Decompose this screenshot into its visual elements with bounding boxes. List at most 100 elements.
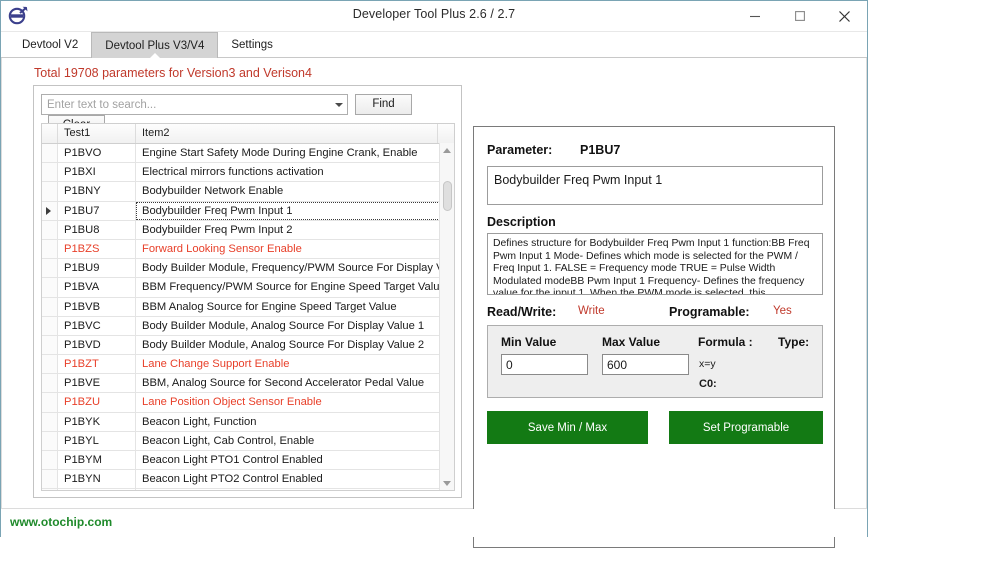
row-selector[interactable] xyxy=(42,335,58,355)
row-selector[interactable] xyxy=(42,374,58,393)
table-row[interactable]: P1BZS Forward Looking Sensor Enable xyxy=(42,239,454,260)
cell-test1[interactable]: P1BYK xyxy=(58,412,136,431)
table-row[interactable]: P1BVC Body Builder Module, Analog Source … xyxy=(42,316,454,336)
description-box[interactable]: Defines structure for Bodybuilder Freq P… xyxy=(487,233,823,295)
table-row[interactable]: P1BYL Beacon Light, Cab Control, Enable xyxy=(42,431,454,451)
cell-item2[interactable]: Lane Change Support Enable xyxy=(136,355,454,373)
minimize-button[interactable] xyxy=(732,1,777,31)
cell-item2[interactable]: Beacon Light PTO3 Control Enabled xyxy=(136,489,454,490)
cell-item2[interactable]: Body Builder Module, Analog Source For D… xyxy=(136,336,454,354)
table-row[interactable]: P1BZT Lane Change Support Enable xyxy=(42,355,454,375)
search-input[interactable] xyxy=(45,95,332,116)
table-row[interactable]: P1BYOBeacon Light PTO3 Control Enabled xyxy=(42,489,454,490)
cell-item2[interactable]: Beacon Light, Function xyxy=(136,413,454,431)
cell-item2[interactable]: Lane Position Object Sensor Enable xyxy=(136,393,454,411)
close-button[interactable] xyxy=(822,1,867,31)
cell-test1[interactable]: P1BNY xyxy=(58,182,136,201)
cell-item2[interactable]: Body Builder Module, Frequency/PWM Sourc… xyxy=(136,259,454,277)
row-selector[interactable] xyxy=(42,297,58,316)
row-selector[interactable] xyxy=(42,239,58,259)
row-selector[interactable] xyxy=(42,470,58,489)
table-row[interactable]: P1BXI Electrical mirrors functions activa… xyxy=(42,163,454,183)
tab-devtool-v2[interactable]: Devtool V2 xyxy=(9,32,91,58)
cell-test1[interactable]: P1BZT xyxy=(58,355,136,374)
row-selector[interactable] xyxy=(42,355,58,374)
table-row[interactable]: P1BU9 Body Builder Module, Frequency/PWM … xyxy=(42,259,454,279)
table-row[interactable]: P1BYN Beacon Light PTO2 Control Enabled xyxy=(42,470,454,490)
cell-item2[interactable]: Bodybuilder Freq Pwm Input 1 xyxy=(136,201,454,220)
chevron-down-icon[interactable] xyxy=(335,103,343,107)
find-button[interactable]: Find xyxy=(355,94,412,115)
website-link[interactable]: www.otochip.com xyxy=(10,515,112,529)
cell-test1[interactable]: P1BVC xyxy=(58,316,136,335)
table-row[interactable]: P1BVD Body Builder Module, Analog Source … xyxy=(42,335,454,356)
table-row[interactable]: P1BVB BBM Analog Source for Engine Speed … xyxy=(42,297,454,317)
row-selector[interactable] xyxy=(42,163,58,182)
grid-scrollbar[interactable] xyxy=(439,143,454,490)
cell-item2[interactable]: Bodybuilder Freq Pwm Input 2 xyxy=(136,221,454,239)
row-selector[interactable] xyxy=(42,451,58,470)
row-selector[interactable] xyxy=(42,412,58,431)
cell-test1[interactable]: P1BZS xyxy=(58,239,136,259)
table-row[interactable]: P1BU7 Bodybuilder Freq Pwm Input 1 xyxy=(42,201,454,221)
table-row[interactable]: P1BVA BBM Frequency/PWM Source for Engine… xyxy=(42,278,454,298)
cell-item2[interactable]: Beacon Light PTO2 Control Enabled xyxy=(136,470,454,488)
row-selector[interactable] xyxy=(42,144,58,163)
row-selector[interactable] xyxy=(42,489,58,490)
table-row[interactable]: P1BZU Lane Position Object Sensor Enable xyxy=(42,393,454,413)
maximize-button[interactable] xyxy=(777,1,822,31)
cell-test1[interactable]: P1BVE xyxy=(58,374,136,393)
row-selector[interactable] xyxy=(42,201,58,220)
cell-test1[interactable]: P1BXI xyxy=(58,163,136,182)
scroll-up-icon[interactable] xyxy=(440,143,454,157)
cell-item2[interactable]: Beacon Light, Cab Control, Enable xyxy=(136,432,454,450)
cell-test1[interactable]: P1BVO xyxy=(58,144,136,163)
cell-test1[interactable]: P1BZU xyxy=(58,393,136,412)
cell-test1[interactable]: P1BYO xyxy=(58,489,136,490)
cell-test1[interactable]: P1BU9 xyxy=(58,259,136,278)
cell-item2[interactable]: Body Builder Module, Analog Source For D… xyxy=(136,317,454,335)
grid-header-test1[interactable]: Test1 xyxy=(58,124,136,143)
cell-item2[interactable]: Forward Looking Sensor Enable xyxy=(136,240,454,258)
table-row[interactable]: P1BVO Engine Start Safety Mode During Eng… xyxy=(42,144,454,164)
cell-item2[interactable]: BBM, Analog Source for Second Accelerato… xyxy=(136,374,454,392)
cell-item2[interactable]: Electrical mirrors functions activation xyxy=(136,163,454,181)
min-value-input[interactable] xyxy=(501,354,588,375)
row-selector[interactable] xyxy=(42,316,58,335)
cell-test1[interactable]: P1BYM xyxy=(58,451,136,470)
cell-item2[interactable]: BBM Frequency/PWM Source for Engine Spee… xyxy=(136,278,454,296)
table-row[interactable]: P1BVE BBM, Analog Source for Second Accel… xyxy=(42,374,454,394)
table-row[interactable]: P1BYM Beacon Light PTO1 Control Enabled xyxy=(42,451,454,471)
row-selector[interactable] xyxy=(42,182,58,201)
tab-devtool-plus-v3-v4[interactable]: Devtool Plus V3/V4 xyxy=(91,32,219,59)
parameter-name-box[interactable]: Bodybuilder Freq Pwm Input 1 xyxy=(487,166,823,205)
cell-item2[interactable]: Engine Start Safety Mode During Engine C… xyxy=(136,144,454,162)
cell-test1[interactable]: P1BYN xyxy=(58,470,136,489)
row-selector[interactable] xyxy=(42,220,58,239)
scrollbar-thumb[interactable] xyxy=(443,181,452,211)
cell-item2[interactable]: BBM Analog Source for Engine Speed Targe… xyxy=(136,298,454,316)
table-row[interactable]: P1BYK Beacon Light, Function xyxy=(42,412,454,432)
cell-test1[interactable]: P1BYL xyxy=(58,431,136,450)
row-selector[interactable] xyxy=(42,259,58,278)
cell-item2[interactable]: Bodybuilder Network Enable xyxy=(136,182,454,200)
row-selector[interactable] xyxy=(42,431,58,450)
set-programable-button[interactable]: Set Programable xyxy=(669,411,823,444)
parameter-grid[interactable]: Test1 Item2 P1BVO Engine Start Safety Mod… xyxy=(41,123,455,491)
table-row[interactable]: P1BU8 Bodybuilder Freq Pwm Input 2 xyxy=(42,220,454,240)
search-combobox[interactable] xyxy=(41,94,348,116)
save-min-max-button[interactable]: Save Min / Max xyxy=(487,411,648,444)
cell-test1[interactable]: P1BU8 xyxy=(58,220,136,239)
cell-test1[interactable]: P1BU7 xyxy=(58,201,136,220)
row-selector[interactable] xyxy=(42,393,58,412)
grid-header-item2[interactable]: Item2 xyxy=(136,124,437,143)
cell-test1[interactable]: P1BVA xyxy=(58,278,136,297)
max-value-input[interactable] xyxy=(602,354,689,375)
cell-test1[interactable]: P1BVB xyxy=(58,297,136,316)
cell-test1[interactable]: P1BVD xyxy=(58,335,136,355)
row-selector[interactable] xyxy=(42,278,58,297)
scroll-down-icon[interactable] xyxy=(440,476,454,490)
tab-settings[interactable]: Settings xyxy=(218,32,286,58)
table-row[interactable]: P1BNY Bodybuilder Network Enable xyxy=(42,182,454,202)
cell-item2[interactable]: Beacon Light PTO1 Control Enabled xyxy=(136,451,454,469)
